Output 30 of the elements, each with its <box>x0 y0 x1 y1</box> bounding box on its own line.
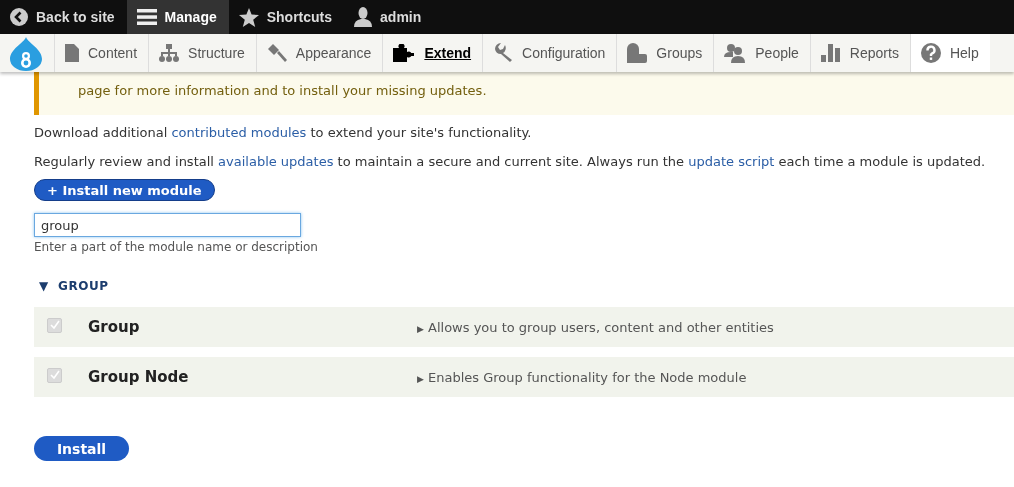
document-icon <box>65 44 79 62</box>
star-icon <box>238 7 259 27</box>
module-name: Group Node <box>88 368 190 386</box>
install-button[interactable]: Install <box>34 436 129 461</box>
text-link[interactable]: available updates <box>218 154 334 169</box>
help-text: Download additional contributed modules to extend your site's functionality. <box>34 125 533 141</box>
section-toggle[interactable]: ▼ GROUP <box>39 279 109 293</box>
filter-field[interactable]: group <box>34 213 301 237</box>
help-text: Regularly review and install available updates to maintain a secure and current site. Always run the update script each time a module is updated. <box>34 154 987 170</box>
toolbar-tab[interactable]: Shortcuts <box>228 0 345 34</box>
user-icon <box>354 7 373 27</box>
wrench-icon <box>493 43 514 63</box>
toolbar-tab[interactable]: Back to site <box>0 0 127 34</box>
toolbar-tab[interactable]: Manage <box>126 0 229 34</box>
text-link[interactable]: contributed modules <box>171 125 307 140</box>
toolbar-tab[interactable]: admin <box>344 0 434 34</box>
message-text: page for more information and to install your missing updates. <box>78 83 487 98</box>
filter-description: Enter a part of the module name or description <box>34 240 319 254</box>
text-link[interactable]: update script <box>688 154 775 169</box>
help-icon <box>920 43 941 63</box>
menu-icon <box>136 8 157 26</box>
admin-menu-tab[interactable]: Help <box>909 34 990 72</box>
drop-logo-icon[interactable] <box>10 37 42 71</box>
module-name: Group <box>88 318 141 336</box>
puzzle-icon <box>393 44 416 62</box>
bar-chart-icon <box>820 44 841 62</box>
hierarchy-icon <box>159 44 180 62</box>
people-icon <box>724 43 747 63</box>
back-icon <box>10 8 28 26</box>
install-new-module-button[interactable]: + Install new module <box>34 179 215 201</box>
